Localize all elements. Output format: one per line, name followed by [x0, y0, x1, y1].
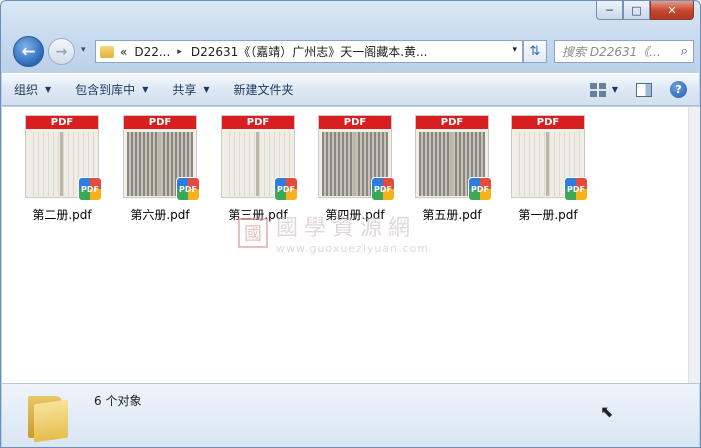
item-count: 6 个对象 [94, 394, 142, 408]
pdf-thumbnail: PDF PDF [318, 115, 395, 201]
file-name[interactable]: 第一册.pdf [518, 206, 577, 223]
pdf-banner: PDF [26, 116, 98, 129]
pdf-banner: PDF [319, 116, 391, 129]
chevron-down-icon: ▼ [45, 85, 52, 94]
vertical-scrollbar[interactable] [688, 107, 700, 383]
maximize-button[interactable]: □ [623, 1, 650, 20]
recent-pages-dropdown[interactable]: ▾ [81, 45, 86, 55]
file-list[interactable]: PDF PDF 第二册.pdf PDF PDF 第六册.pdf PDF PDF … [2, 107, 688, 383]
preview-pane-icon[interactable] [636, 82, 652, 97]
pdf-app-icon: PDF [176, 177, 200, 201]
file-item[interactable]: PDF PDF 第四册.pdf [307, 115, 403, 225]
share-menu[interactable]: 共享 ▼ [160, 74, 221, 105]
back-button[interactable]: ← [13, 36, 44, 67]
pdf-app-icon: PDF [564, 177, 588, 201]
new-folder-label: 新建文件夹 [233, 83, 294, 97]
breadcrumb-separator-icon[interactable]: ▸ [177, 47, 182, 57]
mouse-cursor-icon: ⬉ [600, 402, 614, 421]
include-library-label: 包含到库中 [75, 83, 136, 97]
organize-label: 组织 [14, 83, 39, 97]
file-name[interactable]: 第二册.pdf [32, 206, 91, 223]
pdf-thumbnail: PDF PDF [221, 115, 298, 201]
watermark-url: www.guoxueziyuan.com [276, 242, 430, 255]
chevron-down-icon: ▼ [203, 85, 210, 94]
file-item[interactable]: PDF PDF 第三册.pdf [210, 115, 306, 225]
search-placeholder: 搜索 D22631《... [562, 45, 661, 59]
minimize-button[interactable]: ─ [596, 1, 623, 20]
chevron-down-icon: ▼ [142, 85, 149, 94]
breadcrumb-segment[interactable]: D22631《（嘉靖）广州志》天一阁藏本.黄... [191, 43, 428, 60]
file-name[interactable]: 第六册.pdf [130, 206, 189, 223]
file-item[interactable]: PDF PDF 第二册.pdf [14, 115, 110, 225]
include-in-library-menu[interactable]: 包含到库中 ▼ [63, 74, 160, 105]
address-bar[interactable]: « D22... ▸ D22631《（嘉靖）广州志》天一阁藏本.黄... ▾ [95, 40, 523, 63]
refresh-button[interactable]: ⇅ [523, 40, 547, 63]
watermark-seal-icon: 國 [238, 217, 268, 248]
pdf-banner: PDF [512, 116, 584, 129]
pdf-thumbnail: PDF PDF [123, 115, 200, 201]
command-bar: 组织 ▼ 包含到库中 ▼ 共享 ▼ 新建文件夹 ▼ ? [2, 73, 699, 106]
file-item[interactable]: PDF PDF 第一册.pdf [500, 115, 596, 225]
organize-menu[interactable]: 组织 ▼ [2, 74, 63, 105]
folder-icon [28, 392, 70, 443]
watermark-text: 國學資源網 [276, 216, 417, 241]
pdf-app-icon: PDF [371, 177, 395, 201]
pdf-thumbnail: PDF PDF [415, 115, 492, 201]
pdf-thumbnail: PDF PDF [511, 115, 588, 201]
help-icon[interactable]: ? [670, 81, 687, 98]
file-name[interactable]: 第五册.pdf [422, 206, 481, 223]
new-folder-button[interactable]: 新建文件夹 [222, 74, 306, 105]
forward-button[interactable]: → [48, 38, 75, 65]
close-button[interactable]: ✕ [650, 1, 694, 20]
folder-icon [100, 45, 114, 58]
pdf-thumbnail: PDF PDF [25, 115, 102, 201]
pdf-app-icon: PDF [468, 177, 492, 201]
pdf-app-icon: PDF [78, 177, 102, 201]
pdf-banner: PDF [416, 116, 488, 129]
search-input[interactable]: 搜索 D22631《... ⌕ [554, 40, 694, 63]
change-view-icon[interactable] [589, 82, 606, 97]
caption-buttons: ─ □ ✕ [596, 1, 694, 20]
pdf-banner: PDF [222, 116, 294, 129]
pdf-banner: PDF [124, 116, 196, 129]
view-options-dropdown-icon[interactable]: ▼ [612, 85, 618, 94]
watermark: 國 國學資源網 www.guoxueziyuan.com [238, 210, 429, 255]
pdf-app-icon: PDF [274, 177, 298, 201]
share-label: 共享 [172, 83, 197, 97]
details-pane: 6 个对象 ⬉ [2, 383, 699, 447]
search-icon[interactable]: ⌕ [681, 44, 688, 59]
file-item[interactable]: PDF PDF 第五册.pdf [404, 115, 500, 225]
breadcrumb-segment[interactable]: D22... [134, 45, 170, 59]
address-overflow[interactable]: « [120, 45, 127, 59]
file-item[interactable]: PDF PDF 第六册.pdf [112, 115, 208, 225]
address-dropdown-icon[interactable]: ▾ [512, 45, 517, 55]
explorer-window: ─ □ ✕ ← → ▾ « D22... ▸ D22631《（嘉靖）广州志》天一… [0, 0, 701, 448]
